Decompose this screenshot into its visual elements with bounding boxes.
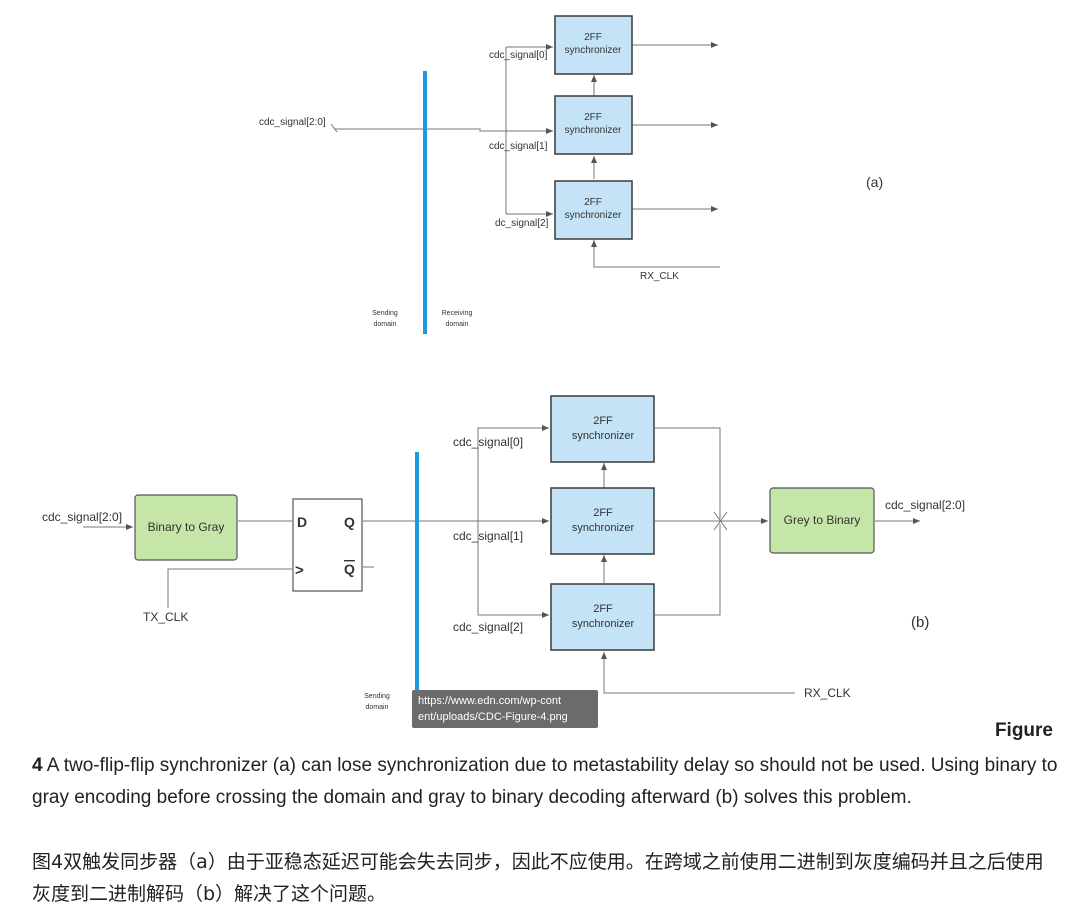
panel-label-a: (a) [866,174,883,190]
branch-label-b1: cdc_signal[1] [453,529,523,543]
sync-b2 [550,583,655,651]
caption-english: 4 A two-flip-flip synchronizer (a) can l… [32,750,1062,814]
tooltip-line-1: https://www.edn.com/wp-cont [418,695,562,707]
gray-to-binary-label: Grey to Binary [784,513,861,527]
panel-label-b: (b) [911,614,929,631]
sync-a1-title: 2FF [584,112,602,123]
sending-domain-a-1: Sending [372,310,398,317]
binary-to-gray-label: Binary to Gray [148,520,225,534]
branch-label-b2: cdc_signal[2] [453,620,523,634]
input-label-a: cdc_signal[2:0] [259,117,326,128]
sending-domain-b-1: Sending [364,693,390,700]
caption-chinese: 图4双触发同步器（a）由于亚稳态延迟可能会失去同步，因此不应使用。在跨域之前使用… [32,851,1044,905]
receiving-domain-a-2: domain [446,321,469,328]
input-label-b: cdc_signal[2:0] [42,510,122,524]
caption-text: A two-flip-flip synchronizer (a) can los… [32,755,1058,808]
sync-b1-sub: synchronizer [572,522,635,534]
branch-label-a2: dc_signal[2] [495,218,549,229]
sync-b0-title: 2FF [593,415,613,427]
rx-clock-label-a: RX_CLK [640,271,679,282]
caption-heading: Figure [994,720,1053,741]
domain-boundary-a [423,71,427,334]
sync-a0-sub: synchronizer [565,45,622,56]
sync-b1-title: 2FF [593,507,613,519]
bus-slash-a [330,123,338,133]
sending-domain-b-2: domain [366,704,389,711]
diagram-a [335,42,720,268]
tx-clock-label: TX_CLK [143,610,188,624]
cdc-figure: 2FF synchronizer 2FF synchronizer 2FF sy… [42,15,965,711]
ff-qbar-label: Q [344,561,355,577]
ff-q-label: Q [344,514,355,530]
sync-a0-title: 2FF [584,32,602,43]
domain-boundary-b [415,452,419,694]
caption-number: 4 [32,755,43,776]
sync-b0-sub: synchronizer [572,430,635,442]
branch-label-b0: cdc_signal[0] [453,435,523,449]
ff-clk-label: > [295,562,304,579]
rx-clock-label-b: RX_CLK [804,686,851,700]
sync-b2-title: 2FF [593,603,613,615]
tooltip-line-2: ent/uploads/CDC-Figure-4.png [418,711,568,723]
sync-a2-sub: synchronizer [565,210,622,221]
receiving-domain-a-1: Receiving [442,310,473,317]
sync-a2-title: 2FF [584,197,602,208]
image-url-tooltip: https://www.edn.com/wp-cont ent/uploads/… [412,690,598,728]
sync-a1-sub: synchronizer [565,125,622,136]
sending-domain-a-2: domain [374,321,397,328]
sync-b2-sub: synchronizer [572,618,635,630]
sync-b1 [550,487,655,555]
ff-d-label: D [297,514,307,530]
branch-label-a1: cdc_signal[1] [489,141,548,152]
branch-label-a0: cdc_signal[0] [489,50,548,61]
sync-b0 [550,395,655,463]
output-label-b: cdc_signal[2:0] [885,498,965,512]
